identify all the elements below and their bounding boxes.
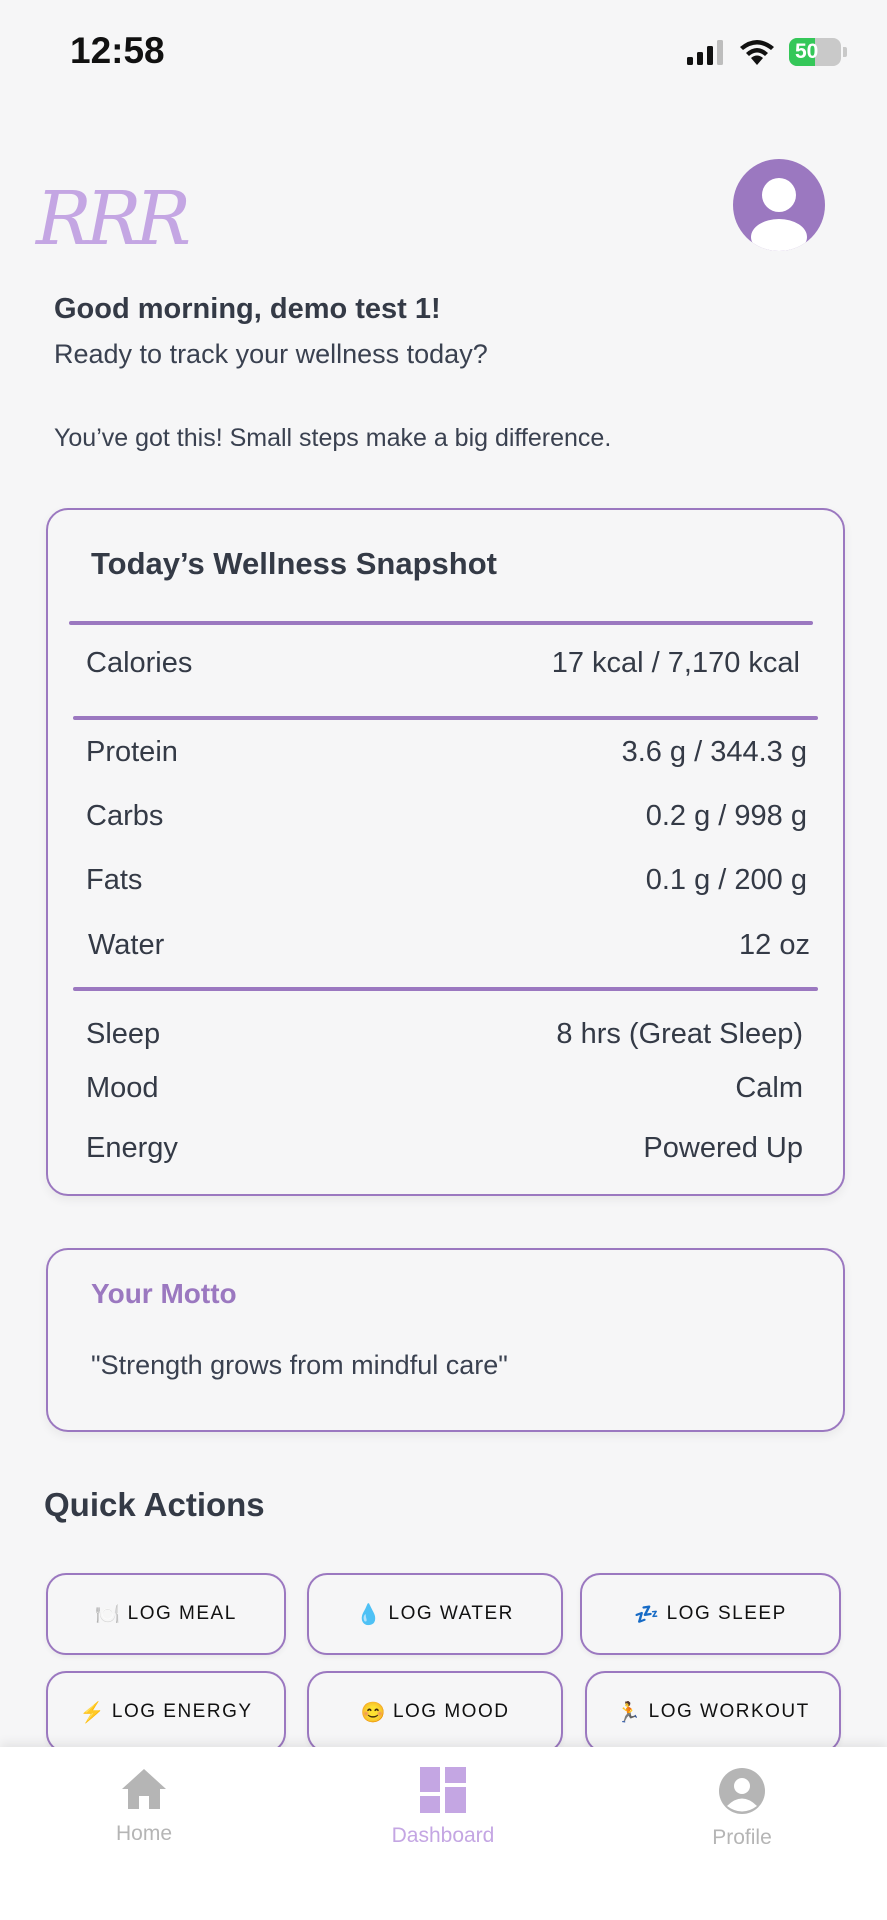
log-water-button[interactable]: 💧 LOG WATER	[307, 1573, 563, 1655]
log-energy-button[interactable]: ⚡ LOG ENERGY	[46, 1671, 286, 1753]
sleep-icon: 💤	[634, 1603, 661, 1626]
status-time: 12:58	[70, 30, 165, 71]
fats-label: Fats	[86, 864, 143, 896]
plate-icon: 🍽️	[95, 1603, 122, 1626]
log-mood-button[interactable]: 😊 LOG MOOD	[307, 1671, 563, 1753]
mood-label: Mood	[86, 1072, 159, 1104]
nav-home-label: Home	[115, 1822, 173, 1845]
energy-label: Energy	[86, 1132, 178, 1164]
carbs-label: Carbs	[86, 800, 164, 832]
encouragement-text: You’ve got this! Small steps make a big …	[54, 424, 612, 452]
snapshot-title: Today’s Wellness Snapshot	[91, 546, 497, 581]
nav-profile-label: Profile	[712, 1826, 772, 1849]
app-logo: RRR	[36, 176, 191, 262]
macros-divider	[73, 716, 818, 720]
protein-value: 3.6 g / 344.3 g	[621, 736, 807, 768]
wellness-divider	[73, 987, 818, 991]
nav-profile[interactable]: Profile	[642, 1767, 842, 1850]
smile-icon: 😊	[360, 1701, 387, 1724]
status-icons: 50	[687, 38, 847, 66]
nav-dashboard-label: Dashboard	[391, 1824, 495, 1847]
motto-card	[46, 1248, 845, 1432]
protein-label: Protein	[86, 736, 178, 768]
calories-value: 17 kcal / 7,170 kcal	[551, 647, 800, 679]
sleep-value: 8 hrs (Great Sleep)	[556, 1018, 803, 1050]
signal-icon	[687, 40, 723, 65]
sleep-label: Sleep	[86, 1018, 161, 1050]
log-meal-label: LOG MEAL	[127, 1603, 237, 1624]
water-value: 12 oz	[739, 929, 810, 961]
snapshot-divider	[69, 621, 813, 625]
log-energy-label: LOG ENERGY	[111, 1701, 253, 1722]
log-sleep-button[interactable]: 💤 LOG SLEEP	[580, 1573, 841, 1655]
water-drop-icon: 💧	[356, 1603, 383, 1626]
runner-icon: 🏃	[616, 1701, 643, 1724]
greeting-title: Good morning, demo test 1!	[54, 293, 441, 325]
log-mood-label: LOG MOOD	[392, 1701, 510, 1722]
lightning-icon: ⚡	[79, 1701, 106, 1724]
log-meal-button[interactable]: 🍽️ LOG MEAL	[46, 1573, 286, 1655]
battery-icon: 50	[789, 38, 841, 66]
energy-value: Powered Up	[643, 1132, 803, 1164]
log-water-label: LOG WATER	[388, 1603, 514, 1624]
mood-value: Calm	[735, 1072, 803, 1104]
dashboard-icon	[420, 1767, 466, 1813]
nav-dashboard[interactable]: Dashboard	[343, 1767, 543, 1848]
fats-value: 0.1 g / 200 g	[645, 864, 807, 896]
log-workout-button[interactable]: 🏃 LOG WORKOUT	[585, 1671, 841, 1753]
log-sleep-label: LOG SLEEP	[666, 1603, 787, 1624]
carbs-value: 0.2 g / 998 g	[645, 800, 807, 832]
profile-icon	[719, 1768, 765, 1814]
battery-level: 50	[795, 40, 819, 63]
log-workout-label: LOG WORKOUT	[648, 1701, 810, 1722]
motto-title: Your Motto	[91, 1278, 237, 1309]
wifi-icon	[740, 39, 774, 65]
bottom-nav: Home Dashboard Profile	[0, 1747, 887, 1920]
quick-actions-title: Quick Actions	[44, 1486, 265, 1523]
user-icon	[751, 178, 807, 251]
wellness-snapshot-card	[46, 508, 845, 1196]
motto-text: "Strength grows from mindful care"	[91, 1350, 508, 1380]
greeting-subtitle: Ready to track your wellness today?	[54, 339, 488, 369]
water-label: Water	[88, 929, 165, 961]
nav-home[interactable]: Home	[44, 1767, 244, 1846]
calories-label: Calories	[86, 647, 193, 679]
home-icon	[122, 1769, 166, 1809]
profile-avatar-button[interactable]	[733, 159, 825, 251]
